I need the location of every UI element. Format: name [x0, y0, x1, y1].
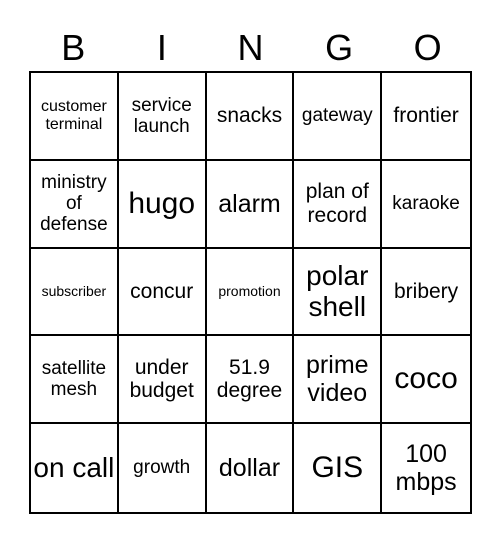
bingo-cell[interactable]: bribery [382, 249, 470, 337]
bingo-cell[interactable]: frontier [382, 73, 470, 161]
bingo-header: B I N G O [29, 26, 472, 70]
cell-text: gateway [301, 105, 373, 127]
bingo-cell[interactable]: 100 mbps [382, 424, 470, 512]
bingo-cell[interactable]: growth [119, 424, 207, 512]
bingo-cell[interactable]: concur [118, 248, 207, 337]
bingo-cell[interactable]: polar shell [294, 248, 383, 337]
cell-text: promotion [218, 282, 281, 299]
bingo-cell[interactable]: under budget [118, 336, 207, 425]
cell-text: 51.9 degree [216, 355, 283, 403]
bingo-cell[interactable]: hugo [118, 160, 207, 249]
bingo-cell[interactable]: 51.9 degree [206, 336, 295, 425]
bingo-cell[interactable]: subscriber [31, 248, 119, 337]
cell-text: prime video [306, 351, 369, 408]
header-letter-b: B [61, 27, 86, 68]
bingo-card-grid: customer terminal service launch snacks … [29, 71, 472, 514]
bingo-cell[interactable]: customer terminal [31, 73, 119, 161]
cell-text: polar shell [306, 260, 369, 323]
cell-text: coco [394, 362, 458, 396]
cell-text: bribery [393, 279, 459, 303]
bingo-cell[interactable]: snacks [206, 73, 295, 161]
bingo-cell[interactable]: satellite mesh [31, 336, 119, 425]
cell-text: on call [33, 452, 115, 484]
bingo-cell[interactable]: GIS [294, 424, 383, 512]
cell-text: service launch [131, 94, 192, 137]
cell-text: dollar [218, 454, 281, 483]
bingo-cell[interactable]: dollar [207, 424, 295, 512]
cell-text: plan of record [305, 180, 369, 227]
bingo-cell[interactable]: alarm [206, 160, 295, 249]
cell-text: satellite mesh [41, 358, 107, 401]
cell-text: growth [133, 457, 191, 479]
cell-text: 100 mbps [395, 440, 457, 497]
cell-text: under budget [129, 355, 194, 403]
cell-text: customer terminal [41, 97, 107, 133]
header-letter-n: N [237, 27, 264, 68]
bingo-cell[interactable]: gateway [294, 73, 383, 161]
bingo-cell[interactable]: on call [31, 424, 119, 512]
cell-text: karaoke [392, 193, 460, 215]
bingo-cell[interactable]: karaoke [382, 161, 470, 249]
cell-text: ministry of defense [40, 171, 108, 236]
bingo-cell[interactable]: prime video [294, 336, 383, 425]
header-letter-g: G [325, 27, 354, 68]
cell-text: concur [130, 279, 194, 303]
cell-text: frontier [393, 104, 459, 128]
bingo-cell[interactable]: ministry of defense [31, 160, 119, 249]
header-letter-o: O [413, 27, 442, 68]
cell-text: hugo [128, 186, 196, 220]
header-letter-i: I [156, 27, 167, 68]
cell-text: subscriber [41, 282, 107, 299]
cell-text: alarm [218, 189, 281, 218]
bingo-cell[interactable]: service launch [118, 73, 207, 161]
cell-text: snacks [216, 104, 283, 128]
bingo-cell[interactable]: plan of record [294, 160, 383, 249]
bingo-cell[interactable]: promotion [206, 248, 295, 337]
bingo-cell[interactable]: coco [382, 336, 470, 425]
cell-text: GIS [311, 451, 364, 485]
